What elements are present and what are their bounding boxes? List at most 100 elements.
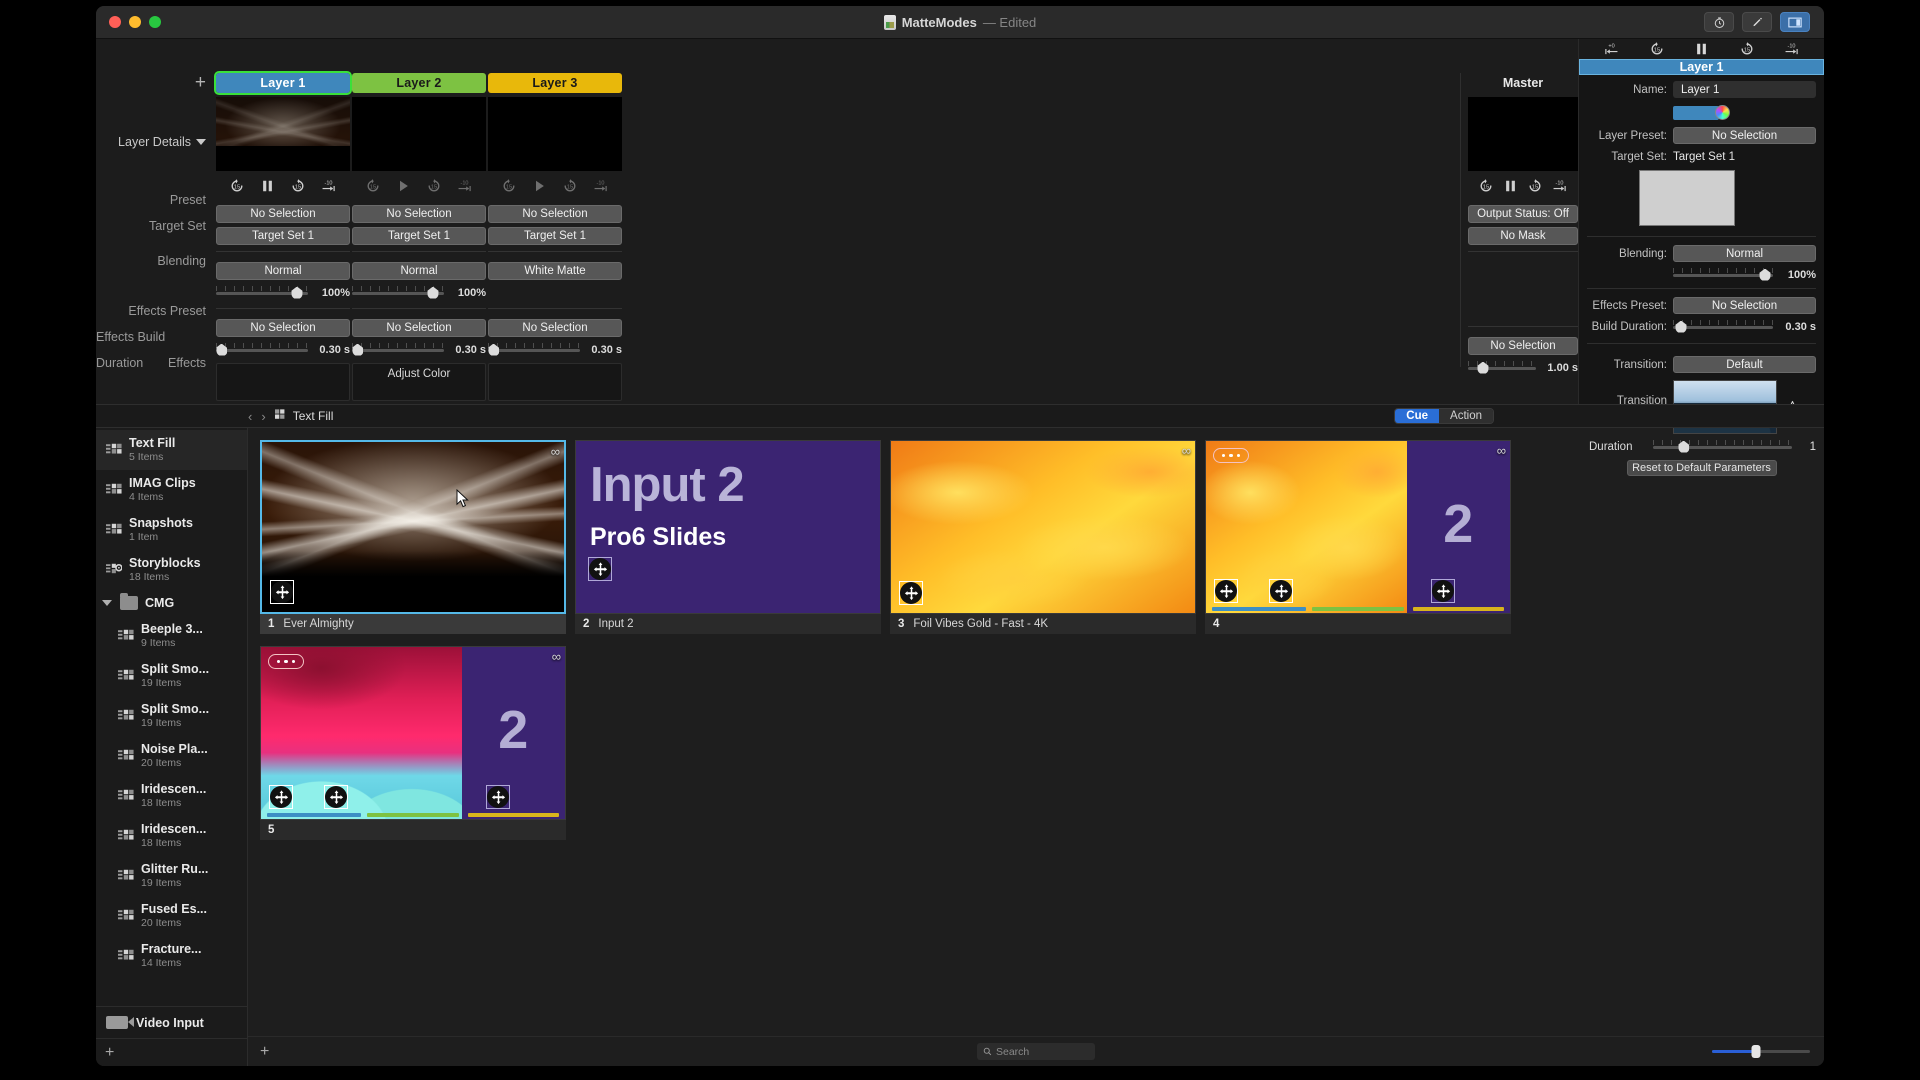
close-window-button[interactable] [109,16,121,28]
forward-15-icon[interactable]: 15 [1525,176,1545,196]
add-slide-button[interactable]: + [248,1043,269,1061]
layer-target-set-button-1[interactable]: Target Set 1 [216,227,350,245]
rewind-15-icon[interactable]: 15 [1476,176,1496,196]
search-input[interactable]: Search [977,1043,1095,1060]
slide-move-handle[interactable] [324,785,348,809]
sidebar-item-noise-pla[interactable]: Noise Pla... 20 Items [96,736,247,776]
slide-item[interactable]: ∞ 1 Ever Almighty [260,440,566,634]
sidebar-item-video-input[interactable]: Video Input [96,1006,247,1038]
tab-action[interactable]: Action [1439,409,1493,423]
pause-icon[interactable] [1501,176,1521,196]
rewind-15-icon[interactable]: 15 [227,176,247,196]
jump-end-icon[interactable]: -10 [1550,176,1570,196]
slide-move-handle[interactable] [269,785,293,809]
layer-opacity-slider-2[interactable]: 100% [352,280,486,302]
slide-actions-badge[interactable] [1213,448,1249,463]
layer-preset-button-1[interactable]: No Selection [216,205,350,223]
layer-blending-button-1[interactable]: Normal [216,262,350,280]
layer-blending-button-2[interactable]: Normal [352,262,486,280]
sidebar-item-storyblocks[interactable]: Storyblocks 18 Items [96,550,247,590]
layer-thumbnail-1[interactable] [216,97,350,171]
rewind-15-icon[interactable]: 15 [363,176,383,196]
playlist-list[interactable]: Text Fill 5 Items IMAG Clips 4 Items Snapsho… [96,428,247,1006]
layer-build-duration-slider-2[interactable]: 0.30 s [352,337,486,359]
edit-pencil-icon[interactable] [1742,12,1772,32]
layer-color-swatch[interactable] [1673,105,1719,120]
tab-cue[interactable]: Cue [1395,409,1440,423]
layer-preset-button-3[interactable]: No Selection [488,205,622,223]
layer-opacity-slider-1[interactable]: 100% [216,280,350,302]
layer-name-input[interactable]: Layer 1 [1673,81,1816,98]
layer-details-toggle[interactable]: Layer Details [118,135,206,149]
panel-toggle-icon[interactable] [1780,12,1810,32]
jump-end-icon[interactable]: -10 [319,176,339,196]
sidebar-item-split-smo[interactable]: Split Smo... 19 Items [96,656,247,696]
slide-move-handle[interactable] [486,785,510,809]
pause-icon[interactable] [258,176,278,196]
master-thumbnail[interactable] [1468,97,1578,171]
effects-preset-button[interactable]: No Selection [1673,297,1816,314]
layer-tab-2[interactable]: Layer 2 [352,73,486,93]
sidebar-item-fused-es[interactable]: Fused Es... 20 Items [96,896,247,936]
master-mask-button[interactable]: No Mask [1468,227,1578,245]
transition-button[interactable]: Default [1673,356,1816,373]
duration-slider[interactable] [1653,439,1792,453]
layer-effects-preset-button-2[interactable]: No Selection [352,319,486,337]
forward-15-icon[interactable]: 15 [424,176,444,196]
build-duration-slider[interactable] [1673,319,1773,333]
slide-actions-badge[interactable] [268,654,304,669]
slide-thumbnail[interactable]: ∞ [260,440,566,614]
zoom-slider[interactable] [1712,1045,1810,1059]
slide-thumbnail[interactable]: 2 ∞ [1205,440,1511,614]
slide-move-handle[interactable] [1214,579,1238,603]
slide-move-handle[interactable] [588,557,612,581]
layer-thumbnail-3[interactable] [488,97,622,171]
slide-thumbnail[interactable]: 2 ∞ [260,646,566,820]
slide-item[interactable]: 2 ∞ 4 [1205,440,1511,634]
minimize-window-button[interactable] [129,16,141,28]
slide-move-handle[interactable] [270,580,294,604]
sidebar-item-split-smo[interactable]: Split Smo... 19 Items [96,696,247,736]
layer-effects-preset-button-1[interactable]: No Selection [216,319,350,337]
layer-tab-3[interactable]: Layer 3 [488,73,622,93]
slide-item[interactable]: Input 2 Pro6 Slides 2 Input 2 [575,440,881,634]
slide-item[interactable]: 2 ∞ 5 [260,646,566,840]
sidebar-item-beeple-3[interactable]: Beeple 3... 9 Items [96,616,247,656]
forward-15-icon[interactable]: 15 [1737,39,1757,59]
target-set-preview[interactable] [1639,170,1735,226]
layer-effects-preset-button-3[interactable]: No Selection [488,319,622,337]
jump-start-icon[interactable]: +0 [1602,39,1622,59]
play-icon[interactable] [530,176,550,196]
layer-build-duration-slider-1[interactable]: 0.30 s [216,337,350,359]
layer-effects-box-2[interactable]: Adjust Color [352,363,486,401]
nav-back-button[interactable]: ‹ [248,409,252,424]
zoom-window-button[interactable] [149,16,161,28]
slide-move-handle[interactable] [1431,579,1455,603]
sidebar-folder-cmg[interactable]: CMG [96,590,247,616]
slide-thumbnail[interactable]: Input 2 Pro6 Slides [575,440,881,614]
play-icon[interactable] [394,176,414,196]
sidebar-item-fracture[interactable]: Fracture... 14 Items [96,936,247,976]
slide-move-handle[interactable] [899,581,923,605]
slide-item[interactable]: ∞ 3 Foil Vibes Gold - Fast - 4K [890,440,1196,634]
rewind-15-icon[interactable]: 15 [1647,39,1667,59]
sidebar-item-text-fill[interactable]: Text Fill 5 Items [96,430,247,470]
layer-effects-box-1[interactable] [216,363,350,401]
opacity-slider[interactable] [1673,267,1773,281]
layer-tab-1[interactable]: Layer 1 [214,71,352,95]
jump-end-icon[interactable]: -10 [1782,39,1802,59]
forward-15-icon[interactable]: 15 [288,176,308,196]
sidebar-item-imag-clips[interactable]: IMAG Clips 4 Items [96,470,247,510]
master-effects-preset-button[interactable]: No Selection [1468,337,1578,355]
timer-icon[interactable] [1704,12,1734,32]
add-layer-button[interactable]: + [195,73,206,92]
chevron-down-icon[interactable] [102,600,112,606]
layer-preset-button-2[interactable]: No Selection [352,205,486,223]
color-wheel-icon[interactable] [1715,105,1730,120]
sidebar-item-glitter-ru[interactable]: Glitter Ru... 19 Items [96,856,247,896]
output-status-button[interactable]: Output Status: Off [1468,205,1578,223]
layer-thumbnail-2[interactable] [352,97,486,171]
layer-preset-button[interactable]: No Selection [1673,127,1816,144]
rewind-15-icon[interactable]: 15 [499,176,519,196]
slide-move-handle[interactable] [1269,579,1293,603]
